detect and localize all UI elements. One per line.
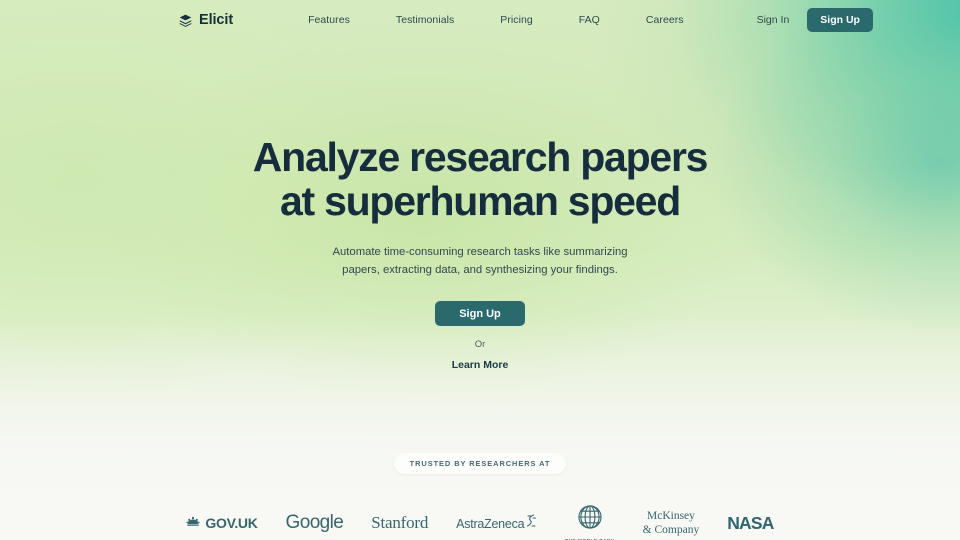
page-title: Analyze research papers at superhuman sp… [0, 135, 960, 224]
logo-google: Google [272, 501, 358, 540]
subtitle-line-2: papers, extracting data, and synthesizin… [342, 263, 618, 276]
hero-sign-up-button[interactable]: Sign Up [435, 301, 525, 327]
hero-cta-group: Sign Up Or Learn More [0, 301, 960, 371]
nav-item-features[interactable]: Features [285, 14, 373, 26]
crown-icon [186, 514, 200, 532]
headline-line-1: Analyze research papers [252, 134, 709, 180]
brand-name: Elicit [199, 12, 234, 28]
logo-nasa-text: NASA [727, 512, 774, 533]
logo-stanford-text: Stanford [371, 513, 429, 533]
nav-item-faq[interactable]: FAQ [556, 14, 623, 26]
cta-divider-text: Or [474, 339, 486, 351]
nav-item-testimonials[interactable]: Testimonials [373, 14, 477, 26]
learn-more-link[interactable]: Learn More [452, 359, 509, 371]
logo-mckinsey-line-1: McKinsey [646, 510, 695, 523]
hero-subtitle: Automate time-consuming research tasks l… [0, 243, 960, 280]
nav-item-pricing[interactable]: Pricing [477, 14, 555, 26]
logo-world-bank: THE WORLD BANK [551, 501, 628, 540]
sign-in-link[interactable]: Sign In [743, 14, 804, 26]
logo-astrazeneca-text: AstraZeneca [456, 516, 525, 531]
trusted-by-label: TRUSTED BY RESEARCHERS AT [409, 459, 551, 469]
logo-google-text: Google [285, 512, 344, 534]
main-navbar: Elicit Features Testimonials Pricing FAQ… [0, 0, 960, 40]
nav-links: Features Testimonials Pricing FAQ Career… [285, 14, 707, 26]
nav-sign-up-button[interactable]: Sign Up [807, 8, 873, 32]
logo-gov-uk: GOV.UK [172, 501, 271, 540]
logo-nasa: NASA [713, 501, 787, 540]
astrazeneca-swirl-icon [526, 514, 537, 533]
subtitle-line-1: Automate time-consuming research tasks l… [332, 245, 628, 258]
trusted-badge-row: TRUSTED BY RESEARCHERS AT [0, 453, 960, 475]
logo-stanford: Stanford [357, 501, 442, 540]
logo-mckinsey-line-2: & Company [642, 524, 700, 537]
logo-astrazeneca: AstraZeneca [442, 501, 551, 540]
trusted-by-pill: TRUSTED BY RESEARCHERS AT [393, 453, 567, 475]
headline-line-2: at superhuman speed [279, 178, 681, 225]
brand-logo[interactable]: Elicit [178, 12, 233, 28]
globe-icon [577, 504, 603, 535]
nav-item-careers[interactable]: Careers [623, 14, 707, 26]
logo-mckinsey: McKinsey & Company [629, 501, 714, 540]
hero-section: Analyze research papers at superhuman sp… [0, 40, 960, 371]
nav-auth-group: Sign In Sign Up [743, 8, 873, 32]
elicit-layers-icon [178, 13, 193, 28]
logo-gov-uk-text: GOV.UK [205, 515, 258, 532]
partner-logo-strip: GOV.UK Google Stanford AstraZeneca McKin… [0, 501, 960, 540]
